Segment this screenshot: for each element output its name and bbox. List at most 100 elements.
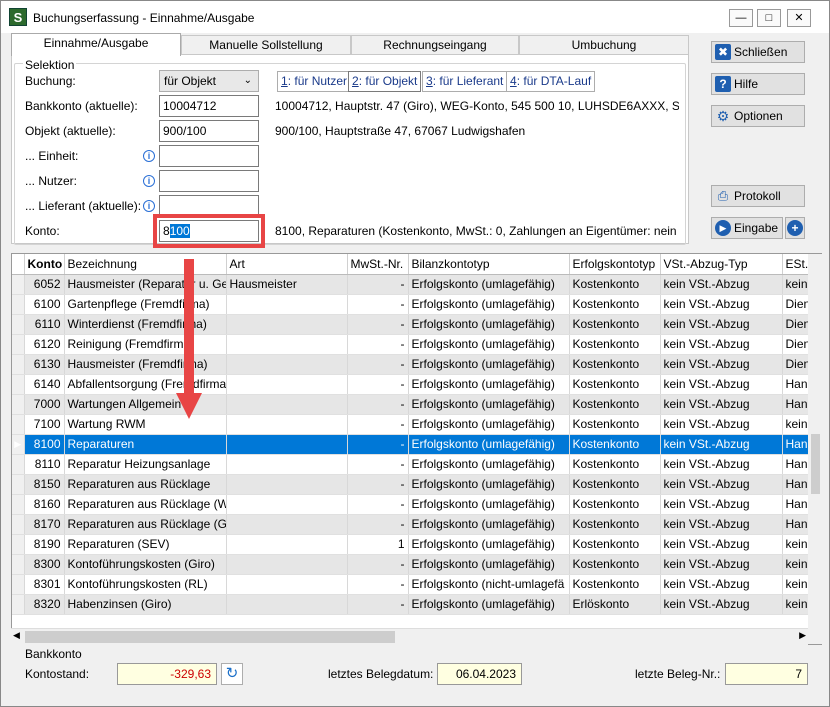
table-cell: kein VSt.-Abzug <box>660 534 783 555</box>
table-cell: - <box>347 414 409 435</box>
table-row[interactable]: 8110 Reparatur Heizungsanlage - Erfolgskont… <box>12 454 821 475</box>
tab-einnahme-ausgabe[interactable]: Einnahme/Ausgabe <box>11 33 181 56</box>
table-cell: 6140 <box>24 374 65 395</box>
table-row[interactable]: 8190 Reparaturen (SEV) 1 Erfolgskonto (umla… <box>12 534 821 555</box>
scroll-thumb[interactable] <box>25 631 395 643</box>
row-indicator <box>12 454 25 475</box>
maximize-button[interactable]: □ <box>757 9 781 27</box>
table-cell: - <box>347 274 409 295</box>
refresh-icon[interactable]: ↻ <box>221 663 243 685</box>
info-icon[interactable]: i <box>143 175 155 187</box>
table-cell: 6052 <box>24 274 65 295</box>
table-cell: Kontoführungskosten (RL) <box>64 574 227 595</box>
table-cell: 6130 <box>24 354 65 375</box>
column-header[interactable]: Bezeichnung <box>64 254 227 275</box>
row-indicator <box>12 554 25 575</box>
bankkonto-input[interactable]: 10004712 <box>159 95 259 117</box>
mode-button-dta-lauf[interactable]: 4: für DTA-Lauf <box>506 71 596 92</box>
mode-key: 2 <box>352 74 359 88</box>
play-icon: ▶ <box>715 220 731 236</box>
selektion-label: Selektion <box>23 58 77 72</box>
table-cell: Winterdienst (Fremdfirma) <box>64 314 227 335</box>
mode-button-nutzer[interactable]: 1: für Nutzer <box>277 71 352 92</box>
table-cell: Hausmeister <box>226 274 348 295</box>
horizontal-scrollbar[interactable]: ◀ ▶ <box>11 628 808 645</box>
konto-grid[interactable]: Konto Bezeichnung Art MwSt.-Nr. Bilanzko… <box>11 253 822 645</box>
mode-key: 3 <box>426 74 433 88</box>
nutzer-input[interactable] <box>159 170 259 192</box>
table-cell: 8170 <box>24 514 65 535</box>
close-button[interactable]: ✕ <box>787 9 811 27</box>
column-header[interactable]: Konto <box>24 254 65 275</box>
table-row[interactable]: ▶ 8100 Reparaturen - Erfolgskonto (umlagefäh… <box>12 434 821 455</box>
table-cell: - <box>347 394 409 415</box>
table-row[interactable]: 7100 Wartung RWM - Erfolgskonto (umlagefähi… <box>12 414 821 435</box>
schliessen-button[interactable]: ✖ Schließen <box>711 41 805 63</box>
table-row[interactable]: 6140 Abfallentsorgung (Fremdfirma - Erfolgs… <box>12 374 821 395</box>
annotation-arrow-head-icon <box>176 393 202 419</box>
info-icon[interactable]: i <box>143 200 155 212</box>
column-header[interactable]: Bilanzkontotyp <box>408 254 570 275</box>
table-cell <box>226 414 348 435</box>
table-cell: 6100 <box>24 294 65 315</box>
add-button[interactable]: + <box>785 217 805 239</box>
mode-button-lieferant[interactable]: 3: für Lieferant <box>422 71 508 92</box>
column-header[interactable]: MwSt.-Nr. <box>347 254 409 275</box>
tab-rechnungseingang[interactable]: Rechnungseingang <box>351 35 519 55</box>
table-cell <box>226 374 348 395</box>
table-row[interactable]: 8320 Habenzinsen (Giro) - Erfolgskonto (uml… <box>12 594 821 615</box>
mode-button-objekt[interactable]: 2: für Objekt <box>348 71 422 92</box>
table-row[interactable]: 6130 Hausmeister (Fremdfirma) - Erfolgskont… <box>12 354 821 375</box>
hilfe-button[interactable]: ? Hilfe <box>711 73 805 95</box>
table-row[interactable]: 6110 Winterdienst (Fremdfirma) - Erfolgskon… <box>12 314 821 335</box>
table-cell: kein VSt.-Abzug <box>660 434 783 455</box>
minimize-button[interactable]: — <box>729 9 753 27</box>
buchung-select[interactable]: für Objekt ⌄ <box>159 70 259 92</box>
column-header[interactable]: VSt.-Abzug-Typ <box>660 254 783 275</box>
table-cell: - <box>347 594 409 615</box>
protokoll-button[interactable]: ⎙ Protokoll <box>711 185 805 207</box>
table-row[interactable]: 8300 Kontoführungskosten (Giro) - Erfolgsko… <box>12 554 821 575</box>
info-icon[interactable]: i <box>143 150 155 162</box>
vertical-scrollbar[interactable] <box>808 254 822 644</box>
scroll-thumb[interactable] <box>811 434 820 494</box>
scroll-right-icon[interactable]: ▶ <box>799 630 806 641</box>
objekt-input[interactable]: 900/100 <box>159 120 259 142</box>
table-cell: 8110 <box>24 454 65 475</box>
table-header-row: Konto Bezeichnung Art MwSt.-Nr. Bilanzko… <box>12 254 821 275</box>
table-cell: 8190 <box>24 534 65 555</box>
buchung-select-value: für Objekt <box>164 74 217 88</box>
row-indicator <box>12 374 25 395</box>
table-row[interactable]: 6120 Reinigung (Fremdfirma) - Erfolgskonto … <box>12 334 821 355</box>
table-cell <box>226 534 348 555</box>
column-header[interactable]: Erfolgskontotyp <box>569 254 661 275</box>
table-cell: kein VSt.-Abzug <box>660 294 783 315</box>
main-window: S Buchungserfassung - Einnahme/Ausgabe —… <box>0 0 830 707</box>
scroll-left-icon[interactable]: ◀ <box>13 630 20 641</box>
mode-label: : für Nutzer <box>287 74 348 88</box>
table-row[interactable]: 8301 Kontoführungskosten (RL) - Erfolgskont… <box>12 574 821 595</box>
table-row[interactable]: 8150 Reparaturen aus Rücklage - Erfolgskont… <box>12 474 821 495</box>
einheit-input[interactable] <box>159 145 259 167</box>
row-indicator <box>12 394 25 415</box>
table-row[interactable]: 7000 Wartungen Allgemein - Erfolgskonto (um… <box>12 394 821 415</box>
table-cell: kein VSt.-Abzug <box>660 474 783 495</box>
table-cell: Erfolgskonto (umlagefähig) <box>408 534 570 555</box>
table-row[interactable]: 8160 Reparaturen aus Rücklage (WI - Erfolgs… <box>12 494 821 515</box>
table-cell <box>226 294 348 315</box>
eingabe-button[interactable]: ▶ Eingabe <box>711 217 783 239</box>
bankkonto-label: Bankkonto (aktuelle): <box>25 99 138 113</box>
konto-highlight-frame <box>153 214 265 248</box>
eingabe-label: Eingabe <box>734 221 779 235</box>
table-cell: Kostenkonto <box>569 514 661 535</box>
table-row[interactable]: 6052 Hausmeister (Reparatur u. Ge Hausmeis… <box>12 274 821 295</box>
table-row[interactable]: 6100 Gartenpflege (Fremdfirma) - Erfolgskon… <box>12 294 821 315</box>
optionen-button[interactable]: ⚙ Optionen <box>711 105 805 127</box>
column-header[interactable]: Art <box>226 254 348 275</box>
tab-manuelle-sollstellung[interactable]: Manuelle Sollstellung <box>181 35 351 55</box>
table-cell: Kostenkonto <box>569 314 661 335</box>
table-row[interactable]: 8170 Reparaturen aus Rücklage (Ge - Erfolgs… <box>12 514 821 535</box>
table-cell: Hausmeister (Fremdfirma) <box>64 354 227 375</box>
tab-umbuchung[interactable]: Umbuchung <box>519 35 689 55</box>
bankkonto-description: 10004712, Hauptstr. 47 (Giro), WEG-Konto… <box>275 99 679 113</box>
